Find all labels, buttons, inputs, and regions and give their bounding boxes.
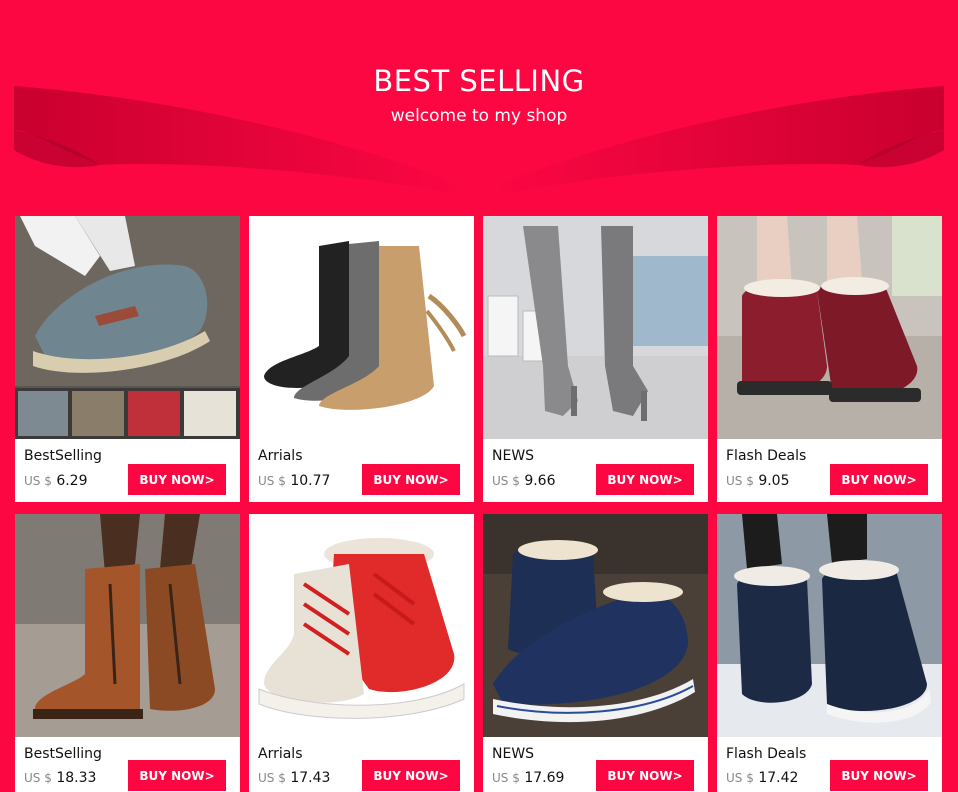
product-price: US $ 17.42 — [726, 769, 798, 787]
banner-title: BEST SELLING — [373, 64, 585, 98]
product-card[interactable]: NEWS US $ 9.66 BUY NOW> — [483, 216, 708, 502]
product-price: US $ 17.43 — [258, 769, 330, 787]
buy-now-button[interactable]: BUY NOW> — [362, 464, 460, 495]
product-image[interactable] — [249, 514, 474, 737]
buy-now-button[interactable]: BUY NOW> — [596, 464, 694, 495]
price-amount: 18.33 — [56, 770, 97, 786]
currency-label: US $ — [24, 771, 52, 785]
product-image[interactable] — [483, 514, 708, 737]
product-card[interactable]: Arrials US $ 17.43 BUY NOW> — [249, 514, 474, 792]
price-amount: 10.77 — [290, 473, 331, 489]
banner-subtitle: welcome to my shop — [390, 106, 568, 126]
currency-label: US $ — [492, 474, 520, 488]
product-image[interactable] — [717, 514, 942, 737]
price-amount: 17.69 — [524, 770, 565, 786]
price-amount: 17.42 — [758, 770, 799, 786]
currency-label: US $ — [726, 474, 754, 488]
product-card[interactable]: Flash Deals US $ 9.05 BUY NOW> — [717, 216, 942, 502]
product-category: Flash Deals — [726, 448, 807, 464]
product-category: NEWS — [492, 448, 535, 464]
price-amount: 9.05 — [758, 473, 790, 489]
product-image[interactable] — [483, 216, 708, 439]
product-price: US $ 18.33 — [24, 769, 96, 787]
buy-now-button[interactable]: BUY NOW> — [830, 464, 928, 495]
product-price: US $ 9.66 — [492, 472, 555, 490]
product-image[interactable] — [15, 216, 240, 439]
product-price: US $ 6.29 — [24, 472, 87, 490]
product-grid: BestSelling US $ 6.29 BUY NOW> Arrials U… — [14, 216, 944, 792]
product-price: US $ 17.69 — [492, 769, 564, 787]
product-category: Arrials — [258, 746, 303, 762]
product-card[interactable]: NEWS US $ 17.69 BUY NOW> — [483, 514, 708, 792]
product-card[interactable]: Arrials US $ 10.77 BUY NOW> — [249, 216, 474, 502]
product-image[interactable] — [717, 216, 942, 439]
buy-now-button[interactable]: BUY NOW> — [596, 760, 694, 791]
price-amount: 9.66 — [524, 473, 556, 489]
buy-now-button[interactable]: BUY NOW> — [128, 464, 226, 495]
product-category: Flash Deals — [726, 746, 807, 762]
product-category: BestSelling — [24, 746, 102, 762]
currency-label: US $ — [258, 474, 286, 488]
buy-now-button[interactable]: BUY NOW> — [830, 760, 928, 791]
currency-label: US $ — [492, 771, 520, 785]
best-selling-banner: BEST SELLING welcome to my shop — [0, 0, 958, 214]
product-price: US $ 9.05 — [726, 472, 789, 490]
currency-label: US $ — [726, 771, 754, 785]
product-card[interactable]: Flash Deals US $ 17.42 BUY NOW> — [717, 514, 942, 792]
product-category: NEWS — [492, 746, 535, 762]
product-image[interactable] — [15, 514, 240, 737]
currency-label: US $ — [258, 771, 286, 785]
price-amount: 6.29 — [56, 473, 88, 489]
product-card[interactable]: BestSelling US $ 6.29 BUY NOW> — [15, 216, 240, 502]
product-category: BestSelling — [24, 448, 102, 464]
product-image[interactable] — [249, 216, 474, 439]
buy-now-button[interactable]: BUY NOW> — [362, 760, 460, 791]
product-price: US $ 10.77 — [258, 472, 330, 490]
product-category: Arrials — [258, 448, 303, 464]
currency-label: US $ — [24, 474, 52, 488]
price-amount: 17.43 — [290, 770, 331, 786]
buy-now-button[interactable]: BUY NOW> — [128, 760, 226, 791]
product-card[interactable]: BestSelling US $ 18.33 BUY NOW> — [15, 514, 240, 792]
